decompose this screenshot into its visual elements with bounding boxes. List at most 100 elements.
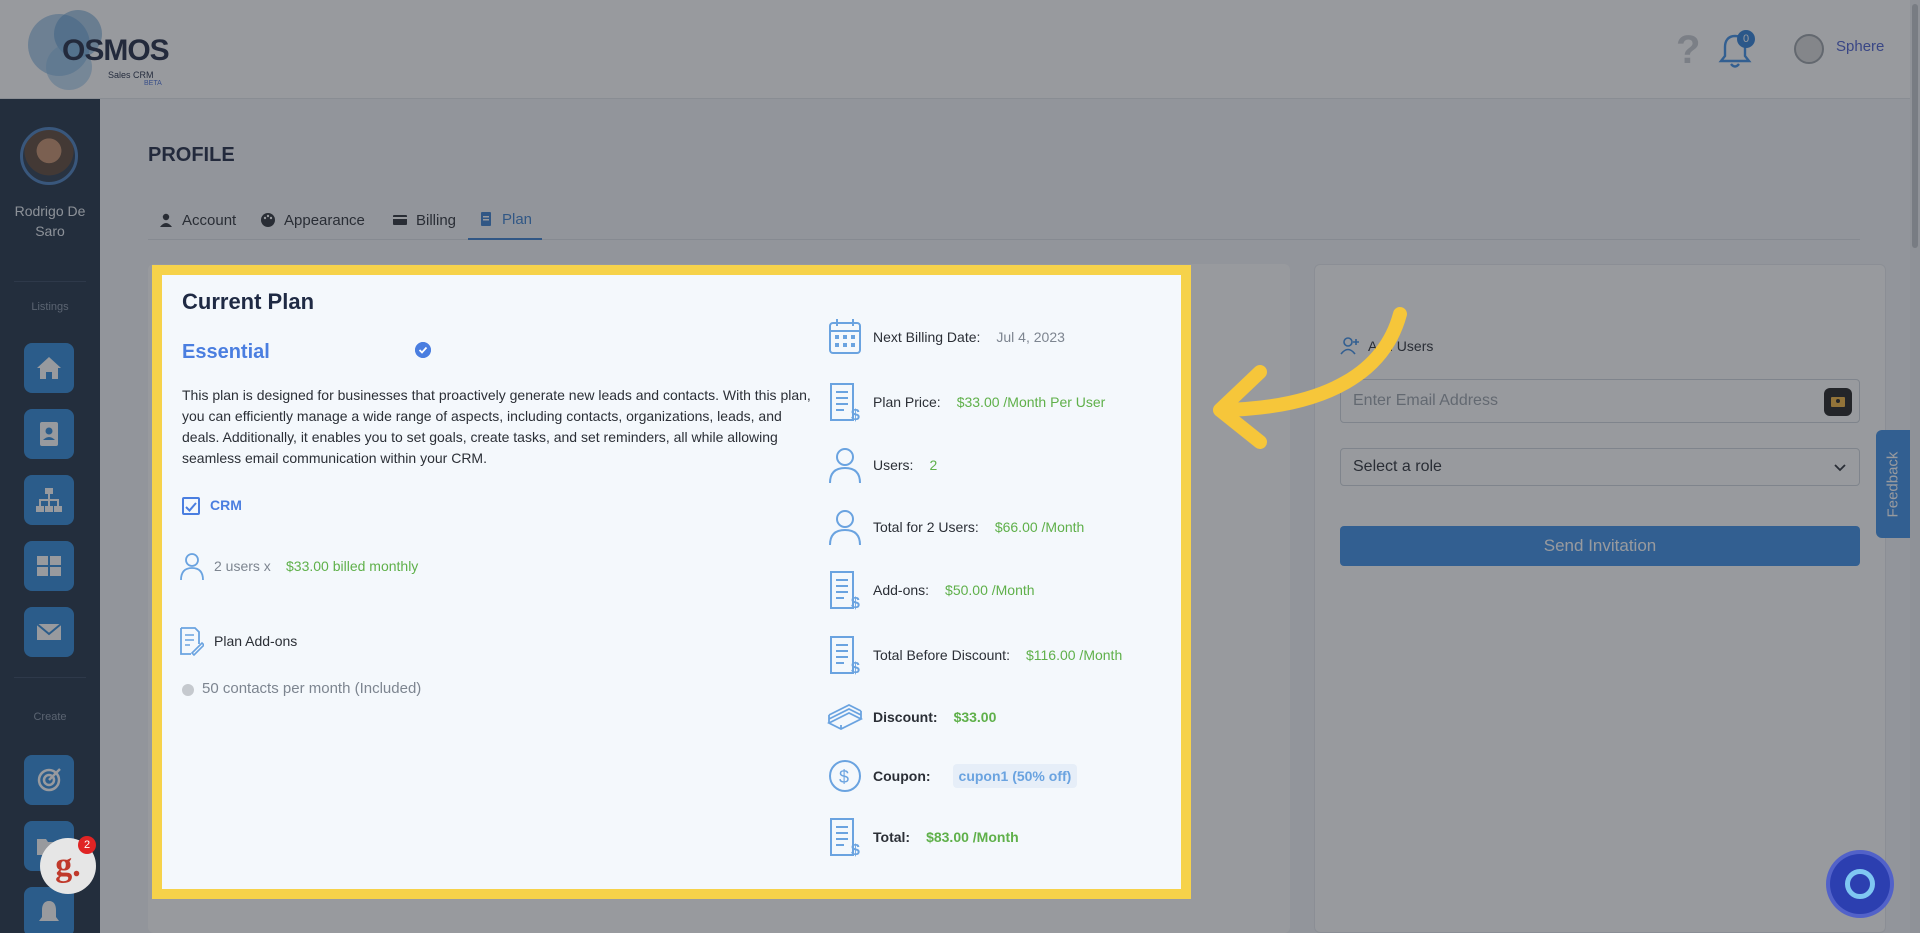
document-icon — [481, 212, 491, 226]
tab-billing[interactable]: Billing — [382, 200, 466, 240]
coupon-badge: cupon1 (50% off) — [952, 764, 1078, 788]
tab-label: Plan — [502, 210, 533, 228]
chevron-down-icon — [1834, 464, 1846, 472]
sidebar-home-button[interactable] — [24, 343, 74, 393]
notification-count-badge: 0 — [1737, 30, 1755, 48]
top-header: OSMOS Sales CRM BETA ? 0 Sphere — [0, 0, 1920, 99]
coupon-label: Coupon: — [873, 768, 931, 784]
svg-text:$: $ — [851, 660, 860, 675]
invoice-icon: $ — [830, 571, 860, 610]
document-edit-icon — [180, 627, 204, 656]
feedback-label: Feedback — [1884, 451, 1902, 517]
bullet-icon — [182, 684, 194, 696]
before-discount-row: $ Total Before Discount: $116.00 /Month — [827, 635, 1122, 675]
home-icon — [37, 357, 61, 379]
coupon-dollar-icon: $ — [829, 760, 861, 792]
calendar-icon — [829, 319, 861, 354]
mail-icon — [36, 623, 62, 640]
next-billing-value: Jul 4, 2023 — [996, 329, 1065, 345]
role-select-value: Select a role — [1353, 458, 1442, 475]
addon-item: 50 contacts per month (Included) — [202, 680, 422, 697]
crm-checkbox-icon — [182, 497, 200, 515]
current-plan-title: Current Plan — [182, 289, 315, 314]
sidebar-organizations-button[interactable] — [24, 475, 74, 525]
total-users-value: $66.00 /Month — [994, 519, 1085, 535]
user-outline-icon — [829, 448, 861, 484]
plan-price-value: $33.00 /Month Per User — [956, 394, 1106, 410]
sidebar-mail-button[interactable] — [24, 607, 74, 657]
chat-launcher-button[interactable] — [1830, 854, 1890, 914]
total-users-label: Total for 2 Users: — [873, 519, 979, 535]
org-chart-icon — [36, 488, 62, 512]
addons-row: $ Add-ons: $50.00 /Month — [827, 570, 1035, 610]
svg-text:$: $ — [851, 407, 860, 422]
credit-card-icon — [393, 215, 407, 225]
plan-price-row: $ Plan Price: $33.00 /Month Per User — [827, 382, 1105, 422]
user-name[interactable]: Sphere — [1836, 38, 1884, 55]
discount-value: $33.00 — [953, 709, 997, 725]
osmos-logo[interactable]: OSMOS Sales CRM BETA — [24, 8, 184, 90]
page-scrollbar[interactable] — [1910, 0, 1920, 933]
sidebar: Rodrigo De Saro Listings Create — [0, 99, 100, 933]
invoice-icon: $ — [830, 383, 860, 422]
sidebar-dashboard-button[interactable] — [24, 541, 74, 591]
section-listings-label: Listings — [31, 301, 69, 313]
sidebar-goals-button[interactable] — [24, 755, 74, 805]
tab-appearance[interactable]: Appearance — [250, 200, 375, 240]
user-icon — [160, 213, 172, 227]
total-value: $83.00 /Month — [926, 829, 1019, 845]
email-autofill-button[interactable] — [1824, 388, 1852, 416]
before-discount-label: Total Before Discount: — [873, 647, 1010, 663]
users-value: 2 — [929, 457, 938, 473]
verified-check-icon — [415, 342, 431, 358]
section-create-label: Create — [33, 711, 67, 723]
user-outline-icon — [829, 510, 861, 546]
users-billing-price: $33.00 billed monthly — [286, 558, 419, 574]
sidebar-contacts-button[interactable] — [24, 409, 74, 459]
sidebar-divider — [14, 281, 86, 282]
help-icon[interactable]: ? — [1676, 28, 1700, 73]
tab-account[interactable]: Account — [148, 200, 246, 240]
coupon-row: $ Coupon: cupon1 (50% off) — [827, 756, 1078, 796]
page-title: PROFILE — [148, 144, 235, 166]
svg-text:$: $ — [839, 767, 849, 787]
plan-price-label: Plan Price: — [873, 394, 941, 410]
callout-arrow-icon — [1213, 307, 1407, 449]
users-label: Users: — [873, 457, 914, 473]
scrollbar-thumb[interactable] — [1912, 4, 1918, 248]
sidebar-divider — [14, 677, 86, 678]
profile-tabs: Account Appearance Billing Plan — [148, 200, 1860, 240]
plan-addons-label: Plan Add-ons — [214, 633, 298, 649]
send-invitation-button[interactable]: Send Invitation — [1340, 526, 1860, 566]
svg-text:$: $ — [851, 842, 860, 857]
current-plan-card: Current Plan Essential This plan is desi… — [152, 265, 1191, 899]
logo-subtitle: Sales CRM — [108, 70, 154, 80]
contact-card-icon — [40, 422, 58, 446]
palette-icon — [261, 213, 275, 227]
chat-logo-icon — [1845, 869, 1875, 899]
profile-avatar[interactable] — [20, 127, 78, 185]
total-users-row: Total for 2 Users: $66.00 /Month — [827, 507, 1084, 547]
tab-label: Account — [182, 211, 237, 229]
next-billing-row: Next Billing Date: Jul 4, 2023 — [827, 317, 1065, 357]
discount-label: Discount: — [873, 709, 938, 725]
tab-label: Appearance — [284, 211, 365, 229]
feedback-tab[interactable]: Feedback — [1876, 430, 1910, 538]
tab-label: Billing — [416, 211, 457, 229]
contact-card-icon — [1831, 397, 1845, 407]
bell-icon — [39, 901, 59, 921]
plan-description: This plan is designed for businesses tha… — [182, 387, 811, 466]
user-outline-icon — [180, 553, 204, 581]
total-label: Total: — [873, 829, 911, 845]
plan-name: Essential — [182, 341, 270, 363]
profile-name: Rodrigo De Saro — [14, 203, 86, 239]
logo-beta: BETA — [144, 80, 162, 87]
money-stack-icon — [827, 703, 863, 731]
next-billing-label: Next Billing Date: — [873, 329, 981, 345]
total-row: $ Total: $83.00 /Month — [827, 817, 1019, 857]
tab-plan[interactable]: Plan — [468, 200, 543, 240]
users-row: Users: 2 — [827, 445, 937, 485]
g-widget-badge: 2 — [78, 836, 96, 854]
dashboard-icon — [37, 556, 61, 576]
user-avatar[interactable] — [1794, 34, 1824, 64]
